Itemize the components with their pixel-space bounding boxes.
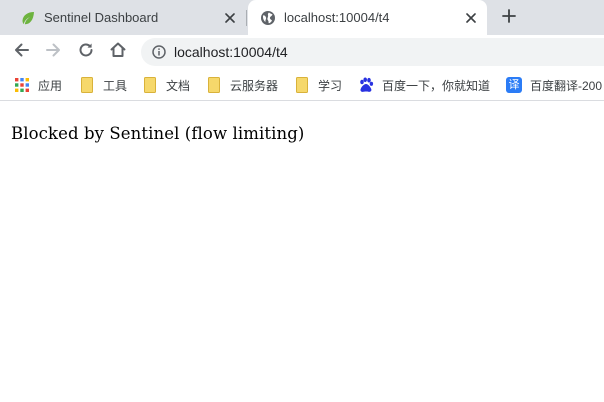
folder-icon: [142, 77, 158, 93]
tab-separator: [246, 10, 247, 26]
globe-icon: [260, 10, 276, 26]
address-bar[interactable]: localhost:10004/t4: [141, 38, 604, 66]
reload-button[interactable]: [74, 40, 98, 64]
folder-icon: [294, 77, 310, 93]
close-icon[interactable]: [222, 10, 238, 26]
reload-icon: [77, 41, 95, 64]
home-button[interactable]: [106, 40, 130, 64]
tab-title: localhost:10004/t4: [284, 10, 390, 25]
forward-arrow-icon: [44, 41, 62, 64]
baidu-paw-icon: [358, 77, 374, 93]
bookmarks-bar: 应用 工具 文档 云服务器 学习 百度一下，你就知道 译 百度翻译-200: [0, 70, 604, 101]
plus-icon: [502, 8, 516, 28]
bookmark-label: 应用: [38, 78, 63, 93]
bookmark-folder-tools[interactable]: 工具: [79, 75, 127, 95]
new-tab-button[interactable]: [498, 7, 520, 29]
bookmark-folder-docs[interactable]: 文档: [142, 75, 190, 95]
translate-icon: 译: [506, 77, 522, 93]
bookmark-folder-cloud-servers[interactable]: 云服务器: [206, 75, 278, 95]
bookmark-folder-study[interactable]: 学习: [294, 75, 342, 95]
home-icon: [109, 41, 127, 64]
tab-localhost[interactable]: localhost:10004/t4: [248, 0, 487, 35]
back-arrow-icon: [13, 41, 31, 64]
bookmark-apps[interactable]: 应用: [14, 75, 62, 95]
apps-grid-icon: [14, 77, 30, 93]
browser-window: Sentinel Dashboard localhost:10004/t4 lo…: [0, 0, 604, 402]
leaf-icon: [20, 10, 36, 26]
tab-sentinel-dashboard[interactable]: Sentinel Dashboard: [8, 0, 246, 35]
forward-button[interactable]: [41, 40, 65, 64]
bookmark-label: 百度翻译-200: [530, 78, 603, 93]
navigation-toolbar: localhost:10004/t4: [0, 35, 604, 70]
bookmark-label: 百度一下，你就知道: [382, 78, 491, 93]
bookmark-baidu-translate[interactable]: 译 百度翻译-200: [506, 75, 602, 95]
back-button[interactable]: [10, 40, 34, 64]
folder-icon: [79, 77, 95, 93]
tab-strip: Sentinel Dashboard localhost:10004/t4: [0, 0, 604, 35]
blocked-message: Blocked by Sentinel (flow limiting): [11, 124, 305, 143]
bookmark-baidu[interactable]: 百度一下，你就知道: [358, 75, 490, 95]
bookmark-label: 云服务器: [230, 78, 279, 93]
folder-icon: [206, 77, 222, 93]
info-icon[interactable]: [151, 44, 167, 60]
bookmark-label: 文档: [166, 78, 191, 93]
translate-icon-glyph: 译: [508, 78, 520, 91]
bookmark-label: 工具: [103, 78, 128, 93]
close-icon[interactable]: [463, 10, 479, 26]
page-content: Blocked by Sentinel (flow limiting): [0, 101, 604, 402]
url-text[interactable]: localhost:10004/t4: [174, 44, 288, 60]
bookmark-label: 学习: [318, 78, 343, 93]
tab-title: Sentinel Dashboard: [44, 10, 159, 25]
